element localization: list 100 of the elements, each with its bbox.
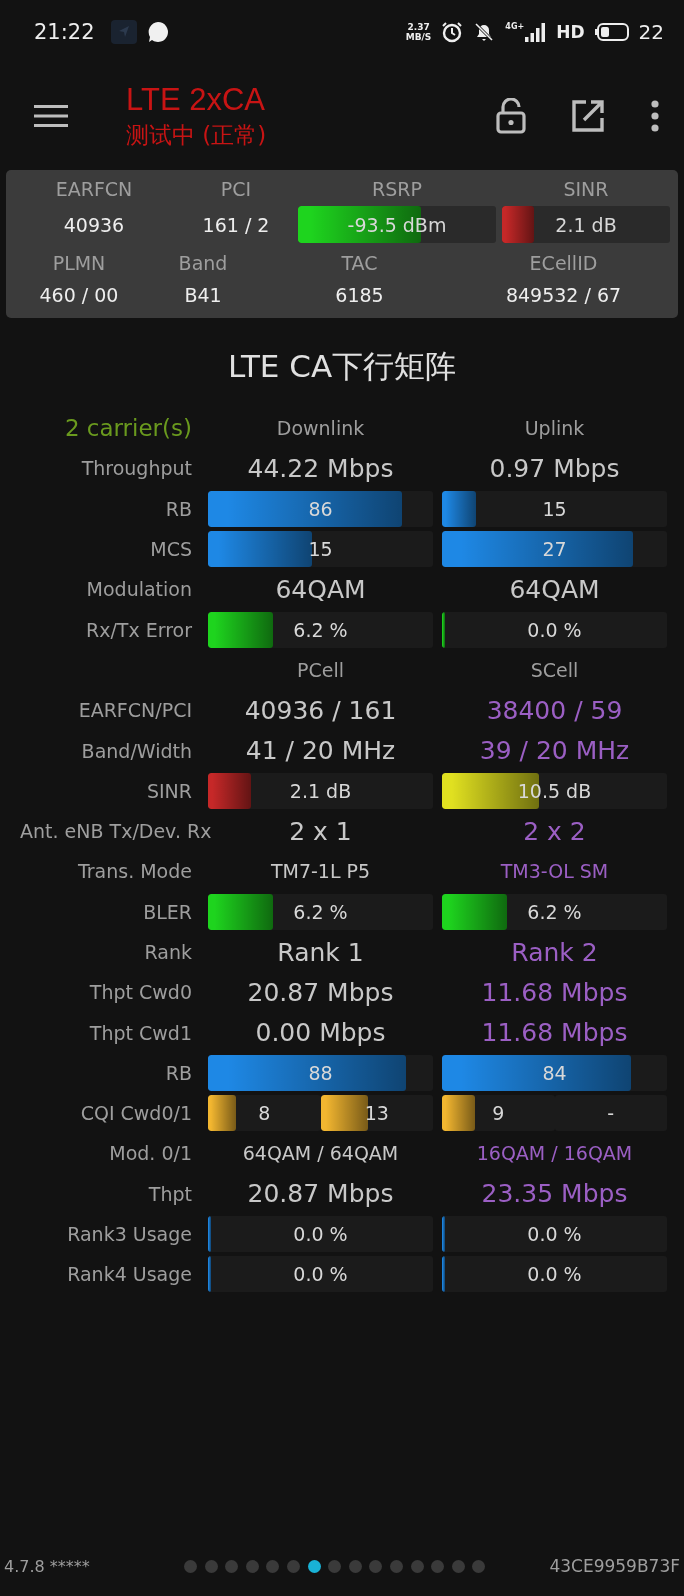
row-label: Thpt [148,1182,192,1205]
value-text: 11.68 Mbps [481,1018,628,1048]
version-text: 4.7.8 ***** [4,1556,91,1576]
device-id: 43CE9959B73F [549,1556,680,1576]
speed-unit: MB/S [405,32,432,42]
summary-label: TAC [341,252,378,274]
meter-value: 8 [258,1102,271,1125]
value-text: 39 / 20 MHz [479,736,630,765]
page-indicator-dot[interactable] [307,1559,321,1573]
meter-value: 9 [492,1102,505,1125]
column-header: SCell [530,658,579,681]
row-label: RB [165,1061,192,1084]
row-label: Rx/Tx Error [85,618,192,641]
hd-voice-indicator: HD [556,22,585,42]
row-label: Thpt Cwd1 [89,1021,192,1044]
value-text: Rank 2 [511,937,598,967]
column-header: Downlink [276,417,365,440]
app-title: LTE 2xCA [126,81,266,118]
meter-value: 0.0 % [527,1223,582,1246]
muted-bell-icon [473,21,496,43]
summary-label: PLMN [52,252,106,274]
summary-label: RSRP [372,178,422,200]
column-header: PCell [297,658,344,681]
signal-icon [524,22,547,42]
row-label: Ant. eNB Tx/Dev. Rx [20,820,212,843]
value-text: 20.87 Mbps [247,977,394,1007]
value-text: 11.68 Mbps [481,977,628,1007]
summary-value: 161 / 2 [202,213,270,238]
meter-value: 2.1 dB [555,213,617,236]
summary-label: PCI [220,178,252,200]
status-time: 21:22 [34,20,95,44]
meter-value: 15 [542,497,567,520]
meter-value: 0.0 % [527,1263,582,1286]
row-label: EARFCN/PCI [78,699,192,722]
page-indicator-dot[interactable] [431,1559,445,1573]
row-label: Band/Width [81,739,192,762]
value-text: TM7-1L P5 [270,860,371,883]
value-text: 2 x 2 [523,816,586,846]
meter-value: 0.0 % [293,1223,348,1246]
meter-value: 0.0 % [293,1263,348,1286]
summary-value: 6185 [335,283,384,308]
row-label: CQI Cwd0/1 [80,1102,192,1125]
page-indicator-dot[interactable] [286,1559,300,1573]
value-text: 64QAM [275,574,366,604]
page-indicator-dot[interactable] [266,1559,280,1573]
summary-label: SINR [563,178,609,200]
navigation-icon [110,20,137,44]
row-label: Thpt Cwd0 [89,981,192,1004]
summary-value: 40936 [63,213,125,238]
meter-value: - [607,1102,615,1125]
row-label: Trans. Mode [77,860,192,883]
meter-value: -93.5 dBm [347,213,447,236]
page-indicator-dot[interactable] [389,1559,403,1573]
meter-value: 13 [364,1102,389,1125]
summary-label: Band [178,252,228,274]
row-label: Rank3 Usage [67,1223,192,1246]
page-indicator-dot[interactable] [369,1559,383,1573]
column-header: Uplink [524,417,585,440]
meter-value: 0.0 % [527,618,582,641]
summary-value: 849532 / 67 [505,283,622,308]
page-indicator-dot[interactable] [348,1559,362,1573]
row-label: Rank [144,941,192,963]
row-label: Mod. 0/1 [109,1142,192,1165]
summary-label: ECellID [529,252,598,274]
summary-value: B41 [184,283,222,308]
page-indicator-dot[interactable] [184,1559,197,1573]
open-padlock-icon [496,98,526,134]
speed-value: 2.37 [407,22,430,32]
page-indicator-dot[interactable] [472,1559,486,1573]
summary-value: 460 / 00 [39,283,119,308]
row-label: Rank4 Usage [67,1263,192,1286]
value-text: 16QAM / 16QAM [476,1142,633,1165]
meter-value: 86 [308,497,333,520]
page-indicator-dot[interactable] [245,1559,259,1573]
battery-percent: 22 [638,20,664,44]
row-label: SINR [146,779,192,802]
value-text: 20.87 Mbps [247,1179,394,1209]
meter-value: 15 [308,538,333,561]
page-indicator-dot[interactable] [204,1559,218,1573]
battery-icon [594,23,629,41]
row-label: Throughput [81,457,192,480]
value-text: 2 x 1 [289,816,352,846]
carrier-count: 2 carrier(s) [64,415,192,442]
value-text: 41 / 20 MHz [245,736,396,765]
test-status: 测试中 (正常) [126,120,268,150]
open-external-icon [572,100,604,132]
page-indicator-dot[interactable] [225,1559,239,1573]
page-indicator-dot[interactable] [451,1559,465,1573]
alarm-icon [441,21,464,43]
page-indicator-dot[interactable] [328,1559,342,1573]
meter-value: 6.2 % [293,618,348,641]
matrix-title: LTE CA下行矩阵 [226,347,458,386]
meter-value: 6.2 % [293,900,348,923]
meter-value: 2.1 dB [289,779,352,802]
meter-value: 27 [542,538,567,561]
page-indicator-dot[interactable] [410,1559,424,1573]
meter-value: 6.2 % [527,900,582,923]
value-text: 40936 / 161 [244,695,397,725]
value-text: 38400 / 59 [486,695,623,725]
value-text: 44.22 Mbps [247,453,394,483]
